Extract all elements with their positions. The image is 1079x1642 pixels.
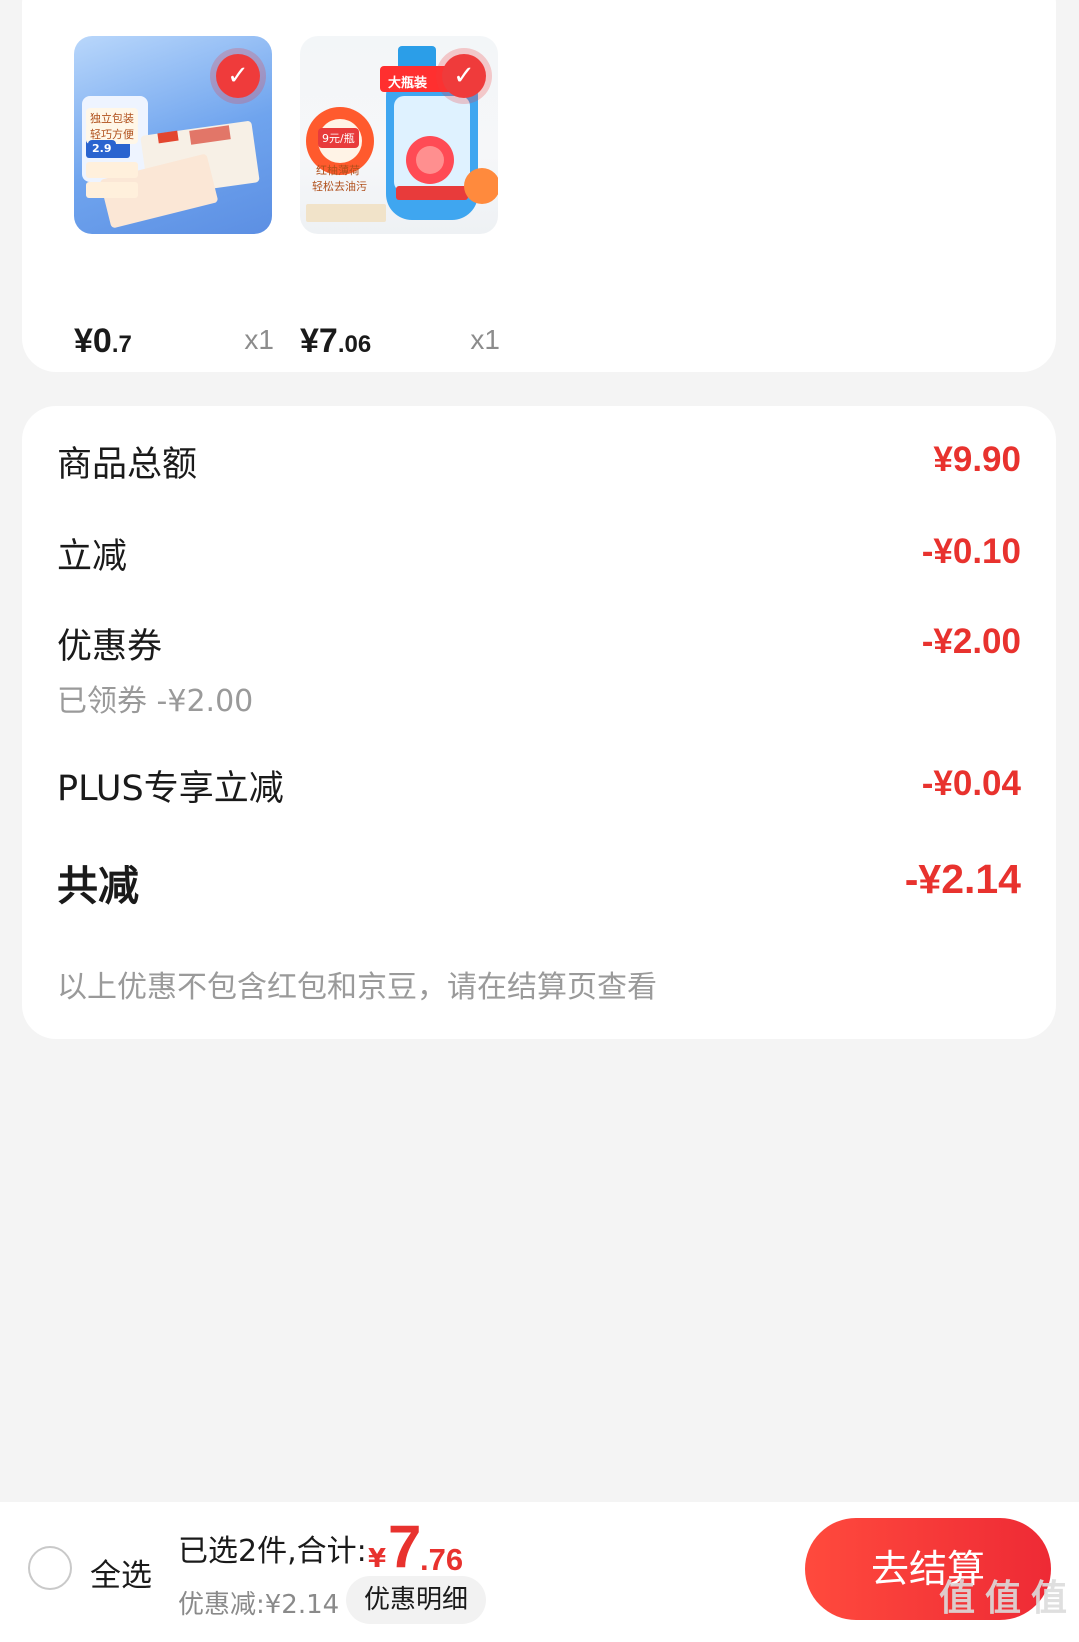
items-total-label: 商品总额 <box>57 445 198 485</box>
select-all-radio[interactable] <box>28 1546 72 1590</box>
product-price: ¥7.06 <box>300 322 372 360</box>
product-tag: 轻松去油污 <box>312 180 367 193</box>
plus-discount-value: -¥0.04 <box>921 764 1021 803</box>
total-discount-row: 共减 -¥2.14 <box>57 852 1021 910</box>
total-discount-label: 共减 <box>57 862 139 910</box>
instant-discount-row: 立减 -¥0.10 <box>57 528 1021 578</box>
discount-note: 以上优惠不包含红包和京豆，请在结算页查看 <box>57 970 657 1005</box>
product-tag: 2.9 <box>88 140 116 157</box>
product-item[interactable]: 独立包装 轻巧方便 2.9 ✓ ¥0.7 x1 <box>74 36 274 360</box>
total-discount-value: -¥2.14 <box>904 856 1021 902</box>
product-quantity: x1 <box>244 324 274 355</box>
selected-summary: 已选2件,合计: <box>178 1534 367 1569</box>
instant-discount-value: -¥0.10 <box>921 532 1021 571</box>
product-price-row: ¥0.7 x1 <box>74 322 274 362</box>
items-total-row: 商品总额 ¥9.90 <box>57 436 1021 486</box>
plus-discount-row: PLUS专享立减 -¥0.04 <box>57 760 1021 810</box>
items-total-value: ¥9.90 <box>933 440 1021 479</box>
selected-check-icon[interactable]: ✓ <box>442 54 486 98</box>
product-price-row: ¥7.06 x1 <box>300 322 500 362</box>
total-amount-decimal: .76 <box>420 1542 464 1577</box>
checkout-bar: 全选 已选2件,合计: ¥ 7 .76 优惠减:¥2.14 优惠明细 去结算 值… <box>0 1502 1079 1642</box>
coupon-claimed-note: 已领券 -¥2.00 <box>57 684 254 719</box>
plus-discount-label: PLUS专享立减 <box>57 769 284 809</box>
product-tag: 大瓶装 <box>388 76 428 91</box>
product-item[interactable]: 大瓶装 9元/瓶 红柚薄荷 轻松去油污 ✓ ¥7.06 x1 <box>300 36 500 360</box>
select-all-label[interactable]: 全选 <box>90 1550 152 1595</box>
watermark: 值 值 值 zhizhizhi.com <box>938 1577 1067 1635</box>
discount-detail-button[interactable]: 优惠明细 <box>346 1576 486 1624</box>
cart-products-card: 独立包装 轻巧方便 2.9 ✓ ¥0.7 x1 大瓶装 9元/瓶 红柚薄荷 轻松… <box>22 0 1056 372</box>
coupon-row[interactable]: 优惠券 -¥2.00 已领券 -¥2.00 <box>57 618 1021 719</box>
product-image[interactable]: 大瓶装 9元/瓶 红柚薄荷 轻松去油污 ✓ <box>300 36 498 234</box>
discount-summary: 优惠减:¥2.14 <box>178 1590 340 1620</box>
selected-check-icon[interactable]: ✓ <box>216 54 260 98</box>
product-price: ¥0.7 <box>74 322 132 360</box>
total-currency: ¥ <box>368 1544 387 1574</box>
watermark-url: zhizhizhi.com <box>982 1618 1067 1634</box>
coupon-value: -¥2.00 <box>921 622 1021 661</box>
coupon-label: 优惠券 <box>57 627 163 667</box>
product-quantity: x1 <box>470 324 500 355</box>
watermark-logo: 值 值 值 <box>938 1577 1067 1618</box>
product-tag: 9元/瓶 <box>318 128 359 148</box>
instant-discount-label: 立减 <box>57 537 128 577</box>
price-summary-card: 商品总额 ¥9.90 立减 -¥0.10 优惠券 -¥2.00 已领券 -¥2.… <box>22 406 1056 1039</box>
product-image[interactable]: 独立包装 轻巧方便 2.9 ✓ <box>74 36 272 234</box>
total-amount-integer: 7 <box>388 1513 422 1580</box>
